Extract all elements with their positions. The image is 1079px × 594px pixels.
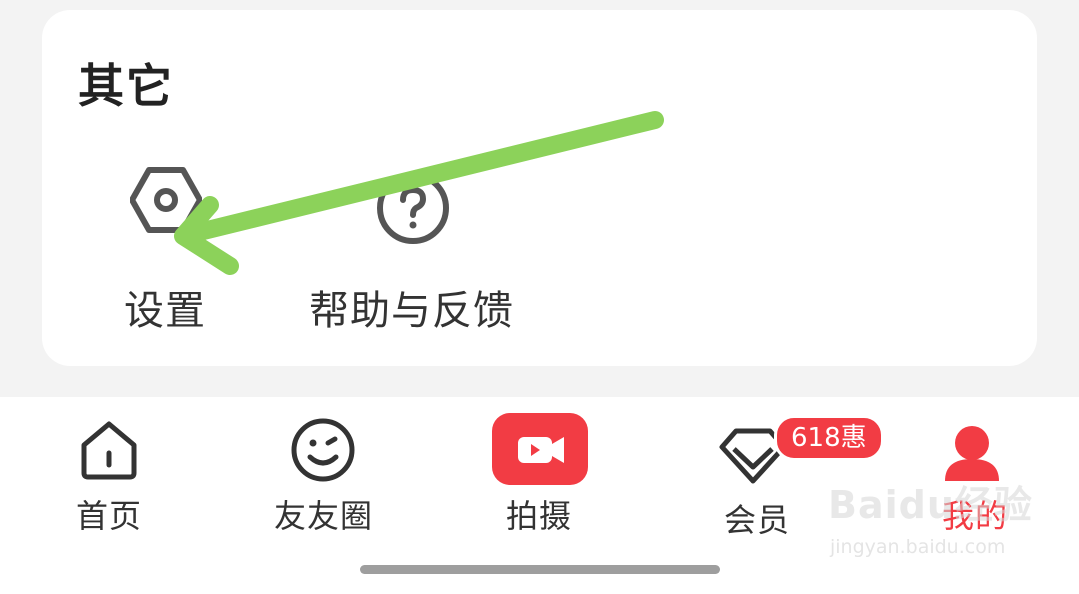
smiley-face-icon: [290, 417, 356, 487]
settings-hexagon-icon: [129, 164, 203, 240]
watermark-brand: Baidu经验: [828, 483, 1033, 527]
video-camera-icon: [492, 413, 588, 485]
tab-member-label: 会员: [724, 501, 791, 539]
tab-home[interactable]: 首页: [60, 397, 160, 547]
other-section-card: 其它 设置 帮助与反馈: [42, 10, 1037, 366]
tab-shoot[interactable]: 拍摄: [488, 397, 598, 547]
tab-friends-circle[interactable]: 友友圈: [270, 397, 390, 547]
home-indicator-bar[interactable]: [360, 565, 720, 574]
tab-friends-label: 友友圈: [274, 497, 374, 535]
tab-shoot-label: 拍摄: [506, 497, 573, 535]
section-title: 其它: [78, 59, 174, 113]
help-feedback-label: 帮助与反馈: [309, 288, 514, 334]
baidu-watermark: Baidu经验 jingyan.baidu.com: [828, 470, 1032, 580]
settings-label: 设置: [124, 288, 206, 334]
help-feedback-item[interactable]: 帮助与反馈: [307, 160, 557, 340]
tab-home-label: 首页: [76, 497, 143, 535]
help-question-icon: [375, 170, 451, 250]
promo-badge: 618惠: [774, 415, 884, 461]
watermark-url: jingyan.baidu.com: [830, 536, 1006, 558]
home-icon: [78, 419, 140, 485]
settings-item[interactable]: 设置: [112, 160, 282, 340]
